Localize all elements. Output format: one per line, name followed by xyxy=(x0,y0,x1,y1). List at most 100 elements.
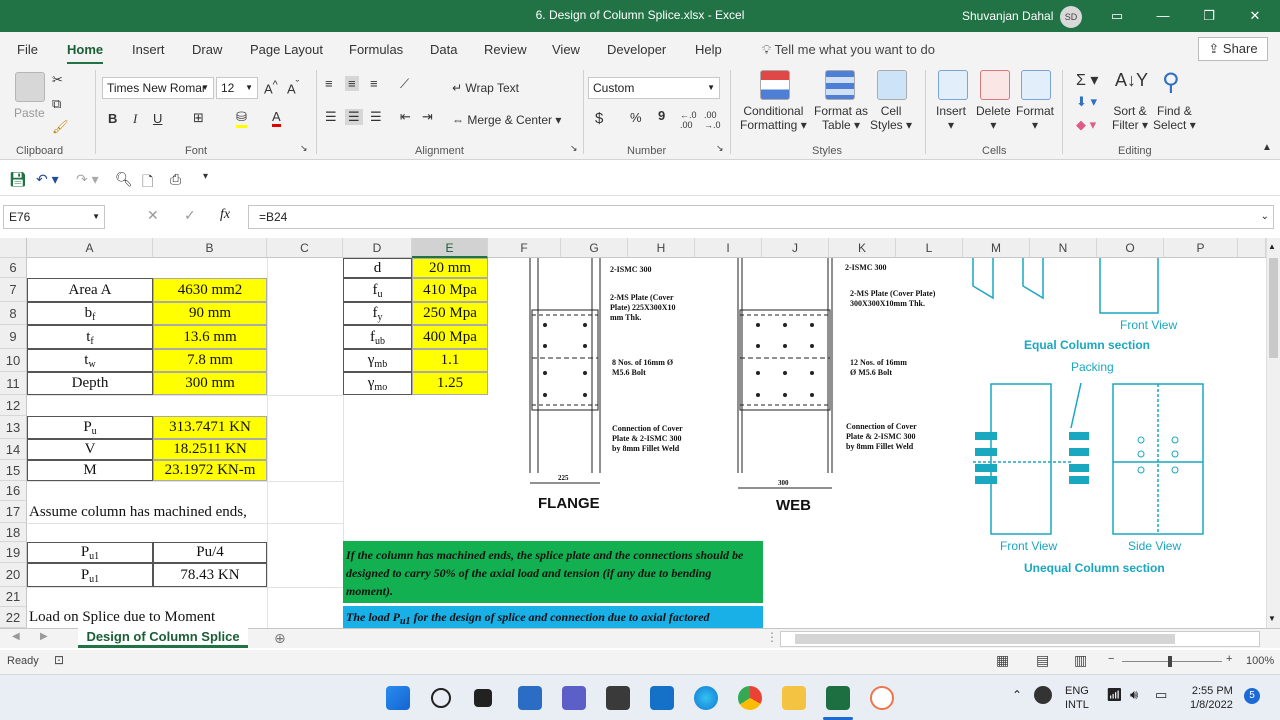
enter-icon[interactable]: ✓ xyxy=(184,207,196,224)
format-cells-icon[interactable] xyxy=(1021,70,1051,100)
chrome-icon[interactable] xyxy=(738,686,762,710)
hscroll-thumb[interactable] xyxy=(795,634,1175,644)
zoom-slider[interactable] xyxy=(1122,661,1222,662)
macro-record-icon[interactable]: ⊡ xyxy=(54,653,64,667)
input-language[interactable]: ENG INTL xyxy=(1065,684,1089,712)
restore-icon[interactable]: ❐ xyxy=(1198,6,1220,26)
column-header[interactable]: K xyxy=(829,238,896,258)
scrollbar-thumb[interactable] xyxy=(1269,258,1278,358)
axial-load-note[interactable]: The load Pu1 for the design of splice an… xyxy=(343,606,763,628)
cell-a8[interactable]: bf xyxy=(27,302,153,325)
wrap-text-button[interactable]: ↵ Wrap Text xyxy=(452,81,519,95)
cell-e10[interactable]: 1.1 xyxy=(412,349,488,372)
column-header[interactable]: H xyxy=(628,238,695,258)
column-header[interactable]: J xyxy=(762,238,829,258)
cell-e11[interactable]: 1.25 xyxy=(412,372,488,395)
align-left-icon[interactable]: ☰ xyxy=(325,109,337,125)
normal-view-icon[interactable]: ▦ xyxy=(996,652,1009,669)
wifi-icon[interactable]: 📶︎ xyxy=(1106,687,1123,703)
worksheet-grid[interactable]: A B C D E F G H I J K L M N O P 6 7 8 9 … xyxy=(0,238,1266,628)
cell-e8[interactable]: 250 Mpa xyxy=(412,302,488,325)
clear-icon[interactable]: ◆ ▾ xyxy=(1076,117,1096,133)
splice-drawing[interactable]: 2-ISMC 300 2-MS Plate (Cover Plate) 225X… xyxy=(490,258,962,526)
select-all-corner[interactable] xyxy=(0,238,27,258)
ribbon-display-icon[interactable]: ▭ xyxy=(1106,6,1128,26)
row-header[interactable]: 19 xyxy=(0,542,27,563)
zoom-level[interactable]: 100% xyxy=(1246,655,1274,667)
cell-a10[interactable]: tw xyxy=(27,349,153,372)
cell-styles-icon[interactable] xyxy=(877,70,907,100)
chevron-up-icon[interactable]: ⌃ xyxy=(1012,688,1022,702)
horizontal-scrollbar[interactable] xyxy=(780,631,1260,647)
column-header[interactable]: D xyxy=(343,238,412,258)
row-header[interactable]: 11 xyxy=(0,372,27,395)
format-painter-icon[interactable]: 🖌︎ xyxy=(52,119,69,135)
windows-start-icon[interactable] xyxy=(386,686,410,710)
comma-button[interactable]: 9 xyxy=(658,108,665,123)
widgets-icon[interactable] xyxy=(518,686,542,710)
cell-styles-button[interactable]: Cell Styles ▾ xyxy=(870,104,912,132)
cell-d7[interactable]: fu xyxy=(343,278,412,302)
cell-a19[interactable]: Pu1 xyxy=(27,542,153,563)
cell-a11[interactable]: Depth xyxy=(27,372,153,395)
column-header[interactable]: C xyxy=(267,238,343,258)
tab-formulas[interactable]: Formulas xyxy=(349,42,403,57)
row-header[interactable]: 21 xyxy=(0,587,27,607)
cell-d6[interactable]: d xyxy=(343,258,412,278)
number-format-dropdown[interactable]: Custom ▼ xyxy=(588,77,720,99)
column-header[interactable]: M xyxy=(963,238,1030,258)
row-header[interactable]: 6 xyxy=(0,258,27,278)
avatar[interactable]: SD xyxy=(1060,6,1082,28)
underline-button[interactable]: U xyxy=(153,111,162,126)
cell-d8[interactable]: fy xyxy=(343,302,412,325)
scroll-down-icon[interactable]: ▼ xyxy=(1268,614,1276,623)
orientation-icon[interactable]: ⟋ xyxy=(400,76,409,92)
insert-cells-button[interactable]: Insert ▾ xyxy=(936,104,966,132)
row-header[interactable]: 9 xyxy=(0,325,27,349)
user-name[interactable]: Shuvanjan Dahal xyxy=(962,9,1053,23)
conditional-formatting-icon[interactable] xyxy=(760,70,790,100)
cell-b7[interactable]: 4630 mm2 xyxy=(153,278,267,302)
column-header[interactable]: L xyxy=(896,238,963,258)
column-header[interactable]: F xyxy=(488,238,561,258)
paste-icon[interactable] xyxy=(15,72,45,102)
store-icon[interactable] xyxy=(606,686,630,710)
cell-e6[interactable]: 20 mm xyxy=(412,258,488,278)
cell-b15[interactable]: 23.1972 KN-m xyxy=(153,460,267,481)
sort-filter-icon[interactable]: A↓Y xyxy=(1115,70,1148,91)
cell-a15[interactable]: M xyxy=(27,460,153,481)
align-middle-icon[interactable]: ≡ xyxy=(345,76,359,91)
row-header[interactable]: 17 xyxy=(0,501,27,523)
cell-b11[interactable]: 300 mm xyxy=(153,372,267,395)
print-icon[interactable]: ⎙ xyxy=(170,171,181,188)
paste-button[interactable]: Paste xyxy=(14,106,45,120)
collapse-ribbon-icon[interactable]: ▲ xyxy=(1262,142,1272,153)
chat-icon[interactable] xyxy=(562,686,586,710)
row-header[interactable]: 10 xyxy=(0,349,27,372)
autosum-icon[interactable]: Σ ▾ xyxy=(1076,70,1098,90)
decrease-indent-icon[interactable]: ⇤ xyxy=(400,109,411,125)
sheet-tab-design[interactable]: Design of Column Splice xyxy=(78,628,248,648)
prev-sheet-icon[interactable]: ◀ xyxy=(12,631,20,642)
percent-button[interactable]: % xyxy=(630,110,642,125)
battery-icon[interactable]: ▭ xyxy=(1155,687,1167,703)
sort-filter-button[interactable]: Sort & Filter ▾ xyxy=(1112,104,1148,132)
undo-icon[interactable]: ↶ ▾ xyxy=(36,171,59,188)
align-bottom-icon[interactable]: ≡ xyxy=(370,76,378,91)
column-header[interactable]: B xyxy=(153,238,267,258)
zoom-in-icon[interactable]: + xyxy=(1226,653,1232,665)
cell-b19[interactable]: Pu/4 xyxy=(153,542,267,563)
share-button[interactable]: ⇪ Share xyxy=(1198,37,1268,61)
cell-b13[interactable]: 313.7471 KN xyxy=(153,416,267,439)
section-drawing[interactable]: Front View Equal Column section Packing … xyxy=(963,258,1208,576)
cell-a17[interactable]: Assume column has machined ends, xyxy=(29,501,247,523)
add-sheet-icon[interactable]: ⊕ xyxy=(274,630,286,647)
cell-e7[interactable]: 410 Mpa xyxy=(412,278,488,302)
row-header[interactable]: 20 xyxy=(0,563,27,587)
format-cells-button[interactable]: Format ▾ xyxy=(1016,104,1054,132)
decrease-decimal-icon[interactable]: .00 →.0 xyxy=(704,110,721,130)
cut-icon[interactable]: ✂ xyxy=(52,72,63,88)
align-center-icon[interactable]: ☰ xyxy=(345,109,363,125)
vertical-scrollbar[interactable]: ▲ ▼ xyxy=(1266,238,1280,628)
clock[interactable]: 2:55 PM 1/8/2022 xyxy=(1190,684,1233,712)
